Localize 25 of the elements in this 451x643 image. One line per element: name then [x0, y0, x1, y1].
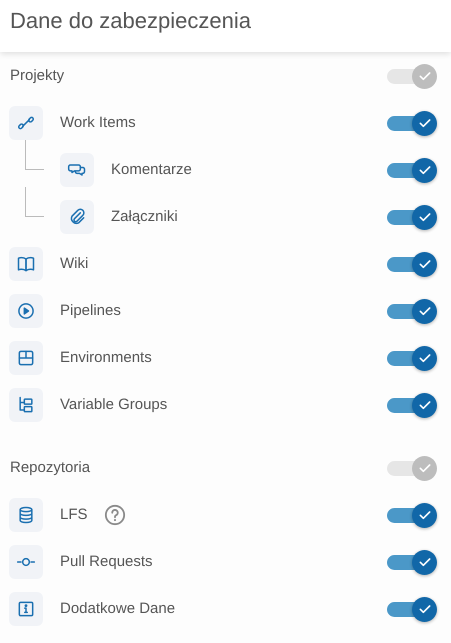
- item-label: Wiki: [60, 255, 88, 272]
- page-title: Dane do zabezpieczenia: [10, 8, 251, 33]
- chain-icon: [9, 106, 43, 140]
- database-icon: [9, 498, 43, 532]
- commit-icon: [9, 544, 43, 578]
- section-heading: Projekty: [10, 67, 64, 84]
- chat-bubbles-icon: [60, 152, 94, 186]
- item-label: Komentarze: [111, 161, 192, 178]
- tree-connector: [25, 187, 44, 217]
- tree-connector: [25, 140, 44, 170]
- folder-tree-icon: [9, 388, 43, 422]
- paperclip-icon: [60, 200, 94, 234]
- item-label: Work Items: [60, 114, 136, 131]
- item-label: Dodatkowe Dane: [60, 600, 176, 617]
- item-label: LFS: [60, 506, 88, 523]
- box-icon: [9, 340, 43, 374]
- info-icon: [9, 592, 43, 626]
- section-heading: Repozytoria: [10, 459, 90, 476]
- item-label: Pull Requests: [60, 553, 153, 570]
- play-icon: [9, 294, 43, 328]
- item-label: Załączniki: [111, 208, 178, 225]
- item-label: Variable Groups: [60, 396, 168, 413]
- item-label: Pipelines: [60, 302, 121, 319]
- item-label: Environments: [60, 349, 152, 366]
- book-icon: [9, 246, 43, 280]
